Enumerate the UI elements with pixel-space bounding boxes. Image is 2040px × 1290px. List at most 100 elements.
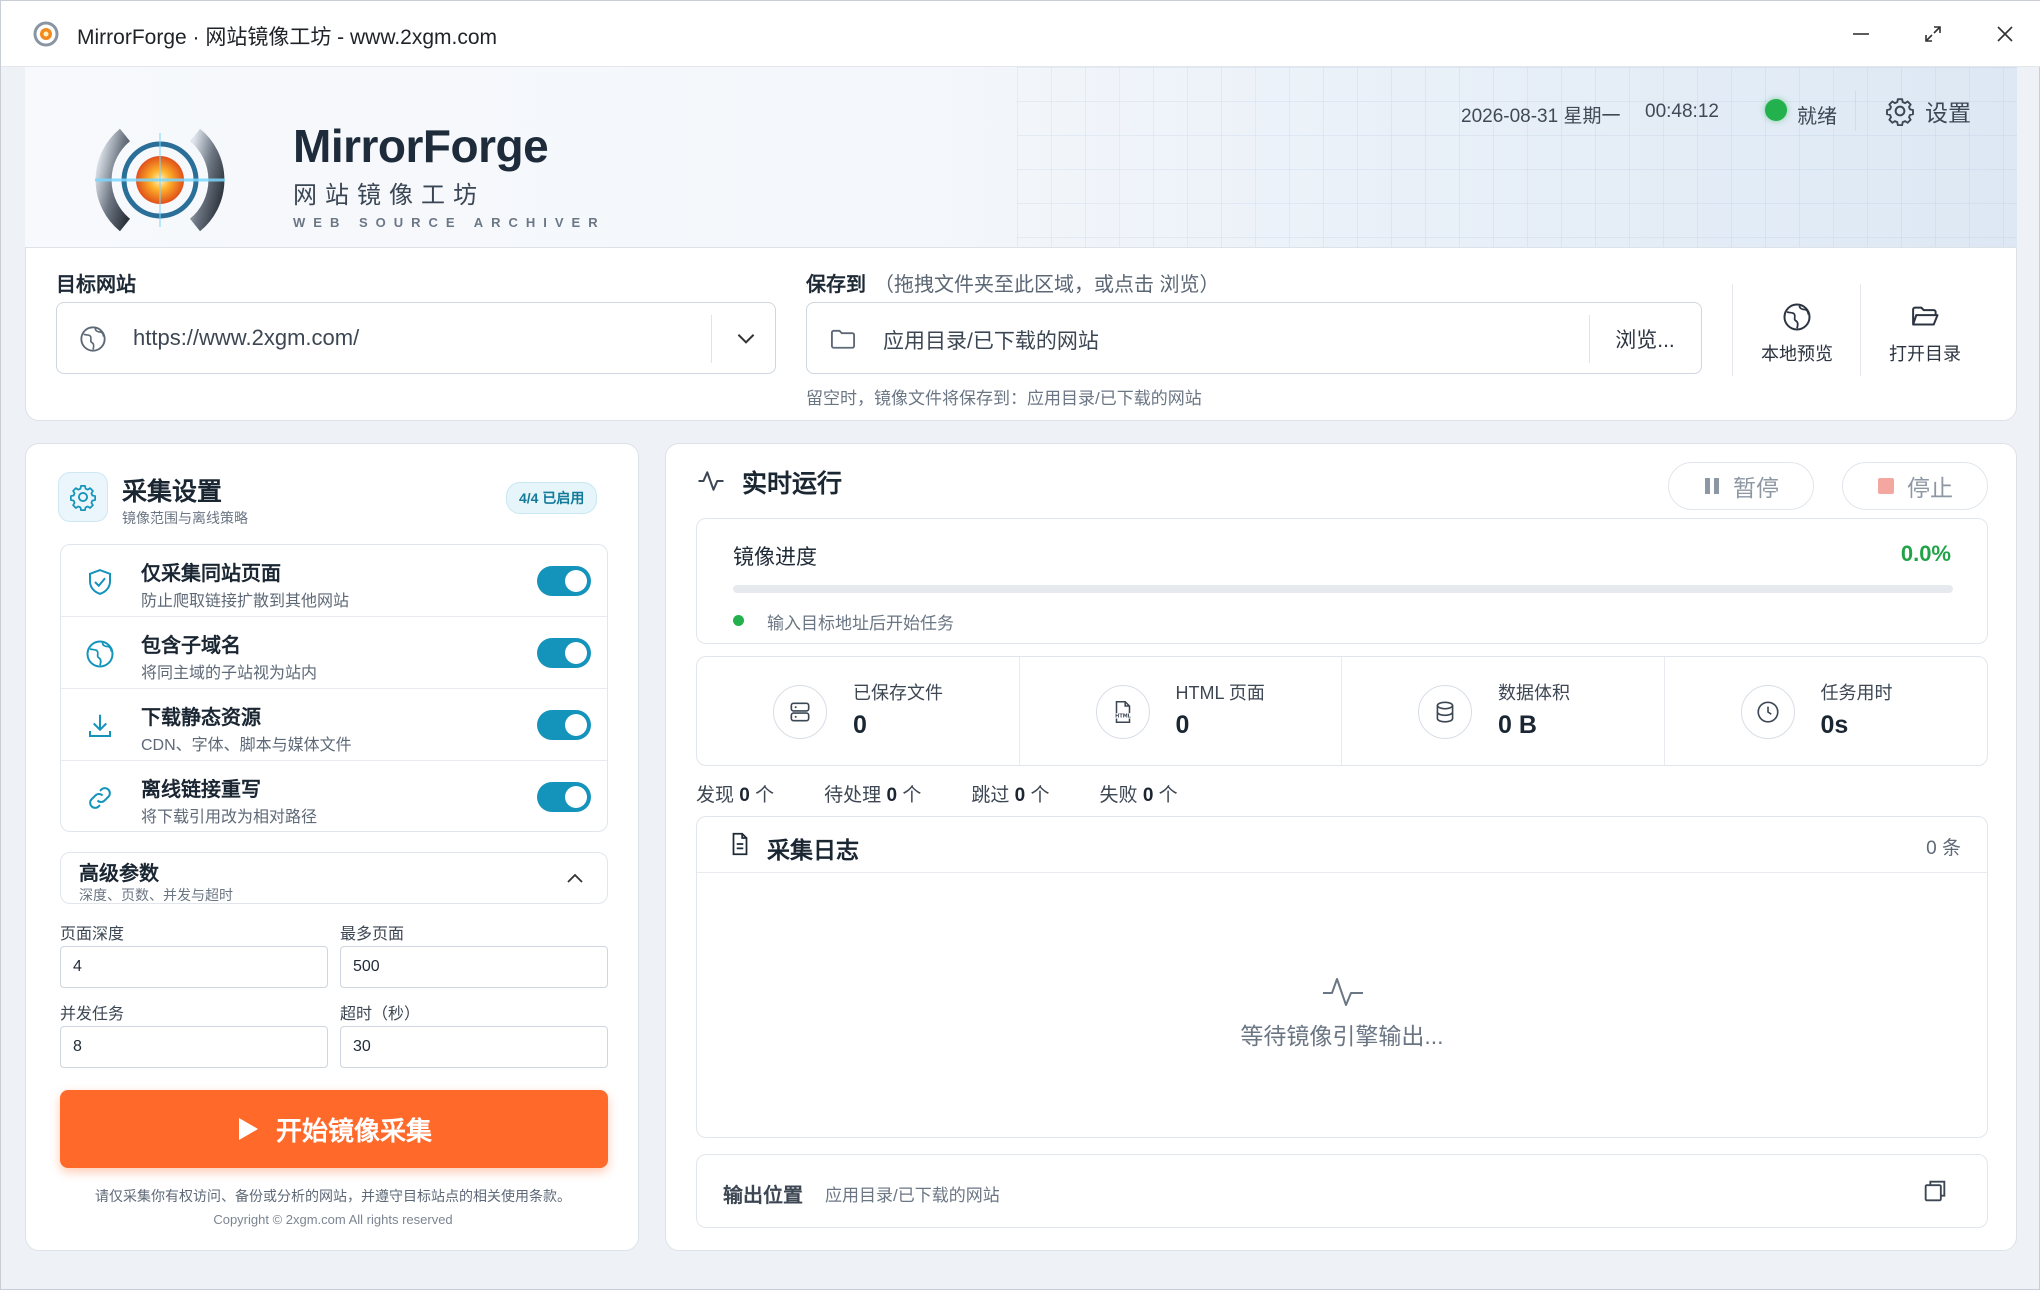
option-title: 离线链接重写 [141, 779, 261, 801]
toolbar-divider [1860, 284, 1861, 376]
stat-elapsed-time: 任务用时 0s [1665, 657, 1988, 765]
minimize-button[interactable] [1825, 1, 1897, 67]
open-directory-button[interactable]: 打开目录 [1870, 292, 1980, 376]
download-assets-toggle[interactable] [537, 710, 591, 740]
stop-label: 停止 [1907, 475, 1953, 501]
globe-icon [86, 640, 114, 668]
advanced-subtitle: 深度、页数、并发与超时 [79, 887, 233, 903]
brand-name: MirrorForge [293, 120, 549, 172]
svg-text:HTML: HTML [1115, 714, 1131, 720]
mirrorforge-logo [95, 128, 225, 232]
capture-options-list: 仅采集同站页面 防止爬取链接扩散到其他网站 包含子域名 将同主域的子站视为站内 … [60, 544, 608, 832]
option-title: 仅采集同站页面 [141, 563, 281, 585]
settings-title: 采集设置 [122, 478, 223, 506]
copyright-text: Copyright © 2xgm.com All rights reserved [213, 1212, 453, 1227]
mirror-progress-card: 镜像进度 0.0% 输入目标地址后开始任务 [696, 518, 1988, 644]
chevron-down-icon[interactable] [733, 325, 759, 351]
chevron-up-icon[interactable] [563, 867, 587, 891]
brand-tagline: WEB SOURCE ARCHIVER [293, 215, 606, 230]
shield-check-icon [89, 569, 111, 595]
stat-value: 0 [1175, 711, 1190, 739]
target-panel: 目标网站 https://www.2xgm.com/ 保存到 （拖拽文件夹至此区域… [25, 247, 2017, 421]
folder-icon [830, 329, 856, 349]
maximize-button[interactable] [1897, 1, 1969, 67]
toolbar-divider [1732, 284, 1733, 376]
advanced-params-header[interactable]: 高级参数 深度、页数、并发与超时 [60, 852, 608, 904]
depth-label: 页面深度 [60, 926, 125, 943]
stop-icon [1878, 478, 1894, 494]
output-location-bar: 输出位置 应用目录/已下载的网站 [696, 1154, 1988, 1228]
browse-button[interactable]: 浏览... [1589, 303, 1701, 375]
stat-html-pages: HTML HTML 页面 0 [1020, 657, 1342, 765]
window-title: MirrorForge · 网站镜像工坊 - www.2xgm.com [77, 26, 498, 49]
stat-value: 0s [1820, 711, 1849, 739]
stat-value: 0 [853, 711, 867, 739]
stat-label: HTML 页面 [1175, 683, 1265, 703]
capture-log-panel[interactable]: 采集日志 0 条 等待镜像引擎输出... [696, 816, 1988, 1138]
app-logo-icon [33, 21, 59, 47]
stat-label: 数据体积 [1498, 683, 1570, 703]
option-download-assets: 下载静态资源 CDN、字体、脚本与媒体文件 [61, 689, 607, 761]
save-path-input[interactable]: 应用目录/已下载的网站 [883, 325, 1099, 355]
play-icon [238, 1118, 258, 1140]
option-description: 防止爬取链接扩散到其他网站 [141, 593, 350, 610]
log-empty-message: 等待镜像引擎输出... [1240, 1023, 1444, 1049]
include-subdomains-toggle[interactable] [537, 638, 591, 668]
save-to-drop-hint: （拖拽文件夹至此区域，或点击 浏览） [874, 274, 1220, 296]
minimize-icon [1853, 33, 1869, 35]
close-button[interactable] [1969, 1, 2040, 67]
target-url-input[interactable]: https://www.2xgm.com/ [133, 325, 359, 351]
progress-label: 镜像进度 [733, 546, 817, 569]
copy-icon[interactable] [1921, 1177, 1949, 1205]
max-pages-label: 最多页面 [340, 926, 405, 943]
save-path-hint: 留空时，镜像文件将保存到：应用目录/已下载的网站 [806, 389, 1202, 408]
document-icon [732, 832, 748, 856]
current-time: 00:48:12 [1645, 101, 1719, 122]
task-counters: 发现 0 个 待处理 0 个 跳过 0 个 失败 0 个 [696, 780, 1178, 807]
activity-icon [1323, 978, 1363, 1006]
activity-icon [698, 471, 724, 491]
app-window: MirrorForge · 网站镜像工坊 - www.2xgm.com Mirr… [0, 0, 2040, 1290]
usage-disclaimer: 请仅采集你有权访问、备份或分析的网站，并遵守目标站点的相关使用条款。 [95, 1188, 571, 1204]
runtime-panel: 实时运行 暂停 停止 镜像进度 0.0% 输入目标地址后开始任务 已保存文件 0… [665, 443, 2017, 1251]
progress-status-dot [733, 615, 744, 626]
stat-data-size: 数据体积 0 B [1342, 657, 1665, 765]
download-icon [89, 714, 111, 737]
settings-button[interactable]: 设置 [1885, 89, 1971, 133]
log-header: 采集日志 0 条 [697, 817, 1987, 873]
pause-label: 暂停 [1733, 475, 1779, 501]
target-url-combobox[interactable]: https://www.2xgm.com/ [56, 302, 776, 374]
depth-input[interactable]: 4 [60, 946, 328, 988]
stats-row: 已保存文件 0 HTML HTML 页面 0 数据体积 0 B 任务用时 0s [696, 656, 1988, 766]
settings-subtitle: 镜像范围与离线策略 [122, 510, 248, 526]
progress-track [733, 585, 1953, 593]
current-date: 2026-08-31 星期一 [1461, 106, 1621, 127]
header-background-decoration [1017, 67, 2017, 247]
max-pages-input[interactable]: 500 [340, 946, 608, 988]
save-path-field[interactable]: 应用目录/已下载的网站 浏览... [806, 302, 1702, 374]
target-url-label: 目标网站 [56, 274, 136, 296]
pause-button[interactable]: 暂停 [1668, 462, 1814, 510]
local-preview-button[interactable]: 本地预览 [1742, 292, 1852, 376]
stop-button[interactable]: 停止 [1842, 462, 1988, 510]
progress-message: 输入目标地址后开始任务 [767, 614, 954, 633]
globe-icon [80, 326, 106, 352]
link-icon [89, 787, 111, 809]
stat-label: 任务用时 [1820, 683, 1893, 703]
expand-icon [1925, 26, 1941, 42]
concurrency-label: 并发任务 [60, 1006, 125, 1023]
local-preview-label: 本地预览 [1761, 344, 1833, 364]
globe-icon [1783, 303, 1811, 331]
start-mirror-button[interactable]: 开始镜像采集 [60, 1090, 608, 1168]
option-description: 将同主域的子站视为站内 [141, 665, 318, 682]
timeout-input[interactable]: 30 [340, 1026, 608, 1068]
rewrite-links-toggle[interactable] [537, 782, 591, 812]
save-to-label: 保存到 （拖拽文件夹至此区域，或点击 浏览） [806, 268, 1220, 297]
skipped-counter: 跳过 0 个 [971, 785, 1050, 806]
concurrency-input[interactable]: 8 [60, 1026, 328, 1068]
open-directory-label: 打开目录 [1889, 344, 1961, 364]
log-count: 0 条 [1926, 838, 1961, 859]
capture-settings-panel: 采集设置 镜像范围与离线策略 4/4 已启用 仅采集同站页面 防止爬取链接扩散到… [25, 443, 639, 1251]
option-include-subdomains: 包含子域名 将同主域的子站视为站内 [61, 617, 607, 689]
same-site-only-toggle[interactable] [537, 566, 591, 596]
